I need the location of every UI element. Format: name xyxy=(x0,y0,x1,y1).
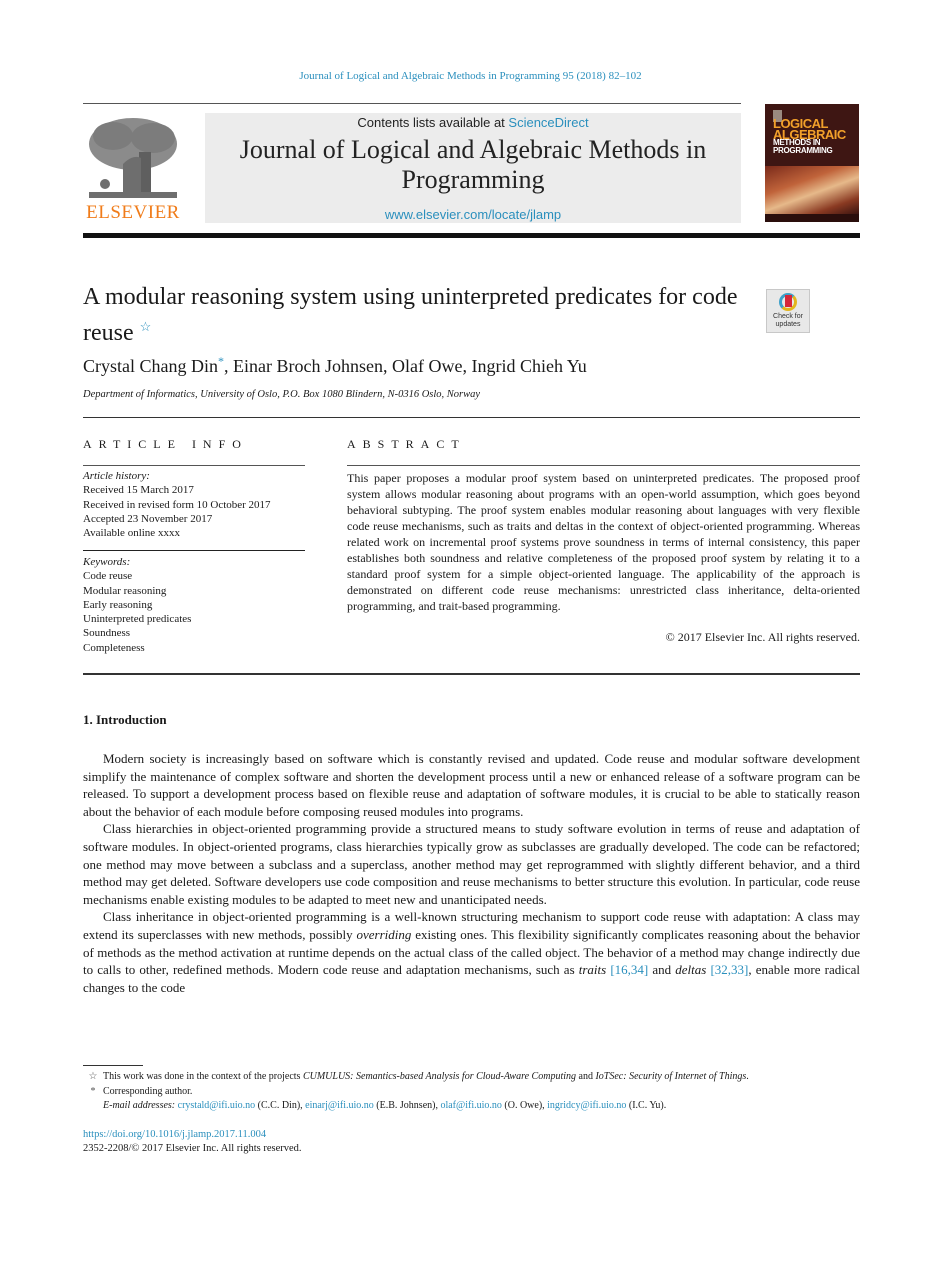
keyword-item: Uninterpreted predicates xyxy=(83,613,192,626)
abstract-text: This paper proposes a modular proof syst… xyxy=(347,471,860,613)
footnote-asterisk-icon: * xyxy=(90,1085,96,1097)
keyword-item: Modular reasoning xyxy=(83,584,167,597)
email-link[interactable]: crystald@ifi.uio.no xyxy=(178,1100,256,1111)
author-name: Ingrid Chieh Yu xyxy=(471,356,587,376)
keyword-item: Completeness xyxy=(83,641,145,654)
history-item: Received in revised form 10 October 2017 xyxy=(83,498,271,511)
paragraph: Class inheritance in object-oriented pro… xyxy=(83,909,861,995)
keyword-item: Early reasoning xyxy=(83,598,153,611)
article-info-rule xyxy=(83,465,305,466)
keywords-label: Keywords: xyxy=(83,556,131,568)
citation-link[interactable]: [32,33] xyxy=(710,962,748,977)
elsevier-logo[interactable]: ELSEVIER xyxy=(83,114,183,224)
article-history: Article history: Received 15 March 2017 … xyxy=(83,469,305,540)
contents-available-line: Contents lists available at ScienceDirec… xyxy=(357,115,589,130)
abstract-rule xyxy=(347,465,860,466)
affiliation: Department of Informatics, University of… xyxy=(83,389,481,400)
doi-link[interactable]: https://doi.org/10.1016/j.jlamp.2017.11.… xyxy=(83,1129,266,1140)
cover-title: LOGICAL ALGEBRAIC xyxy=(773,116,846,142)
author-name: Crystal Chang Din xyxy=(83,356,218,376)
footnotes: ☆ This work was done in the context of th… xyxy=(83,1070,863,1114)
email-link[interactable]: einarj@ifi.uio.no xyxy=(305,1100,374,1111)
bookmark-flag-icon xyxy=(785,295,792,307)
elsevier-tree-icon xyxy=(89,118,177,198)
author-list: Crystal Chang Din*, Einar Broch Johnsen,… xyxy=(83,354,587,376)
abstract-copyright: © 2017 Elsevier Inc. All rights reserved… xyxy=(665,630,860,644)
footnote-star-icon: ☆ xyxy=(88,1071,98,1082)
email-label: E-mail addresses: xyxy=(103,1100,178,1111)
email-link[interactable]: olaf@ifi.uio.no xyxy=(440,1100,501,1111)
journal-homepage-link[interactable]: www.elsevier.com/locate/jlamp xyxy=(205,207,741,222)
abstract-heading: ABSTRACT xyxy=(347,437,466,451)
title-footnote-star-icon[interactable]: ☆ xyxy=(140,319,152,334)
cover-artwork xyxy=(765,166,859,214)
elsevier-wordmark: ELSEVIER xyxy=(86,202,180,223)
paragraph: Modern society is increasingly based on … xyxy=(83,751,860,819)
keyword-item: Code reuse xyxy=(83,570,133,583)
check-for-updates-button[interactable]: Check for updates xyxy=(766,289,810,333)
sciencedirect-link[interactable]: ScienceDirect xyxy=(508,115,588,130)
citation-link[interactable]: [16,34] xyxy=(610,962,648,977)
history-item: Available online xxxx xyxy=(83,527,180,540)
issn-copyright: 2352-2208/© 2017 Elsevier Inc. All right… xyxy=(83,1143,302,1154)
footnote-corresponding-author: * Corresponding author. xyxy=(83,1085,863,1100)
header-rule xyxy=(83,103,741,104)
section-rule xyxy=(83,417,860,418)
history-item: Accepted 23 November 2017 xyxy=(83,512,213,525)
journal-title: Journal of Logical and Algebraic Methods… xyxy=(239,135,707,194)
footnote-funding: ☆ This work was done in the context of th… xyxy=(83,1070,863,1085)
section-heading-introduction: 1. Introduction xyxy=(83,712,167,727)
article-title: A modular reasoning system using uninter… xyxy=(83,284,738,346)
journal-masthead: Contents lists available at ScienceDirec… xyxy=(205,113,741,223)
check-for-updates-label: Check for updates xyxy=(773,313,803,328)
paragraph: Class hierarchies in object-oriented pro… xyxy=(83,821,860,907)
author-name: Einar Broch Johnsen xyxy=(233,356,383,376)
history-item: Received 15 March 2017 xyxy=(83,484,194,497)
footnote-emails: E-mail addresses: crystald@ifi.uio.no (C… xyxy=(103,1100,667,1111)
cover-subtitle: METHODS IN PROGRAMMING xyxy=(773,138,833,155)
keywords: Keywords: Code reuse Modular reasoning E… xyxy=(83,555,305,655)
author-name: Olaf Owe xyxy=(391,356,463,376)
front-matter-rule xyxy=(83,673,860,675)
introduction-body: Modern society is increasingly based on … xyxy=(83,750,860,996)
keyword-item: Soundness xyxy=(83,627,131,640)
journal-citation-link[interactable]: Journal of Logical and Algebraic Methods… xyxy=(299,70,641,82)
article-history-label: Article history: xyxy=(83,470,150,482)
masthead-thick-rule xyxy=(83,233,860,238)
journal-cover-thumbnail[interactable]: LOGICAL ALGEBRAIC METHODS IN PROGRAMMING xyxy=(765,104,859,222)
keywords-rule xyxy=(83,550,305,551)
email-link[interactable]: ingridcy@ifi.uio.no xyxy=(547,1100,626,1111)
running-head[interactable]: Journal of Logical and Algebraic Methods… xyxy=(0,70,935,82)
article-info-heading: ARTICLE INFO xyxy=(83,437,248,451)
footnote-rule xyxy=(83,1065,143,1066)
